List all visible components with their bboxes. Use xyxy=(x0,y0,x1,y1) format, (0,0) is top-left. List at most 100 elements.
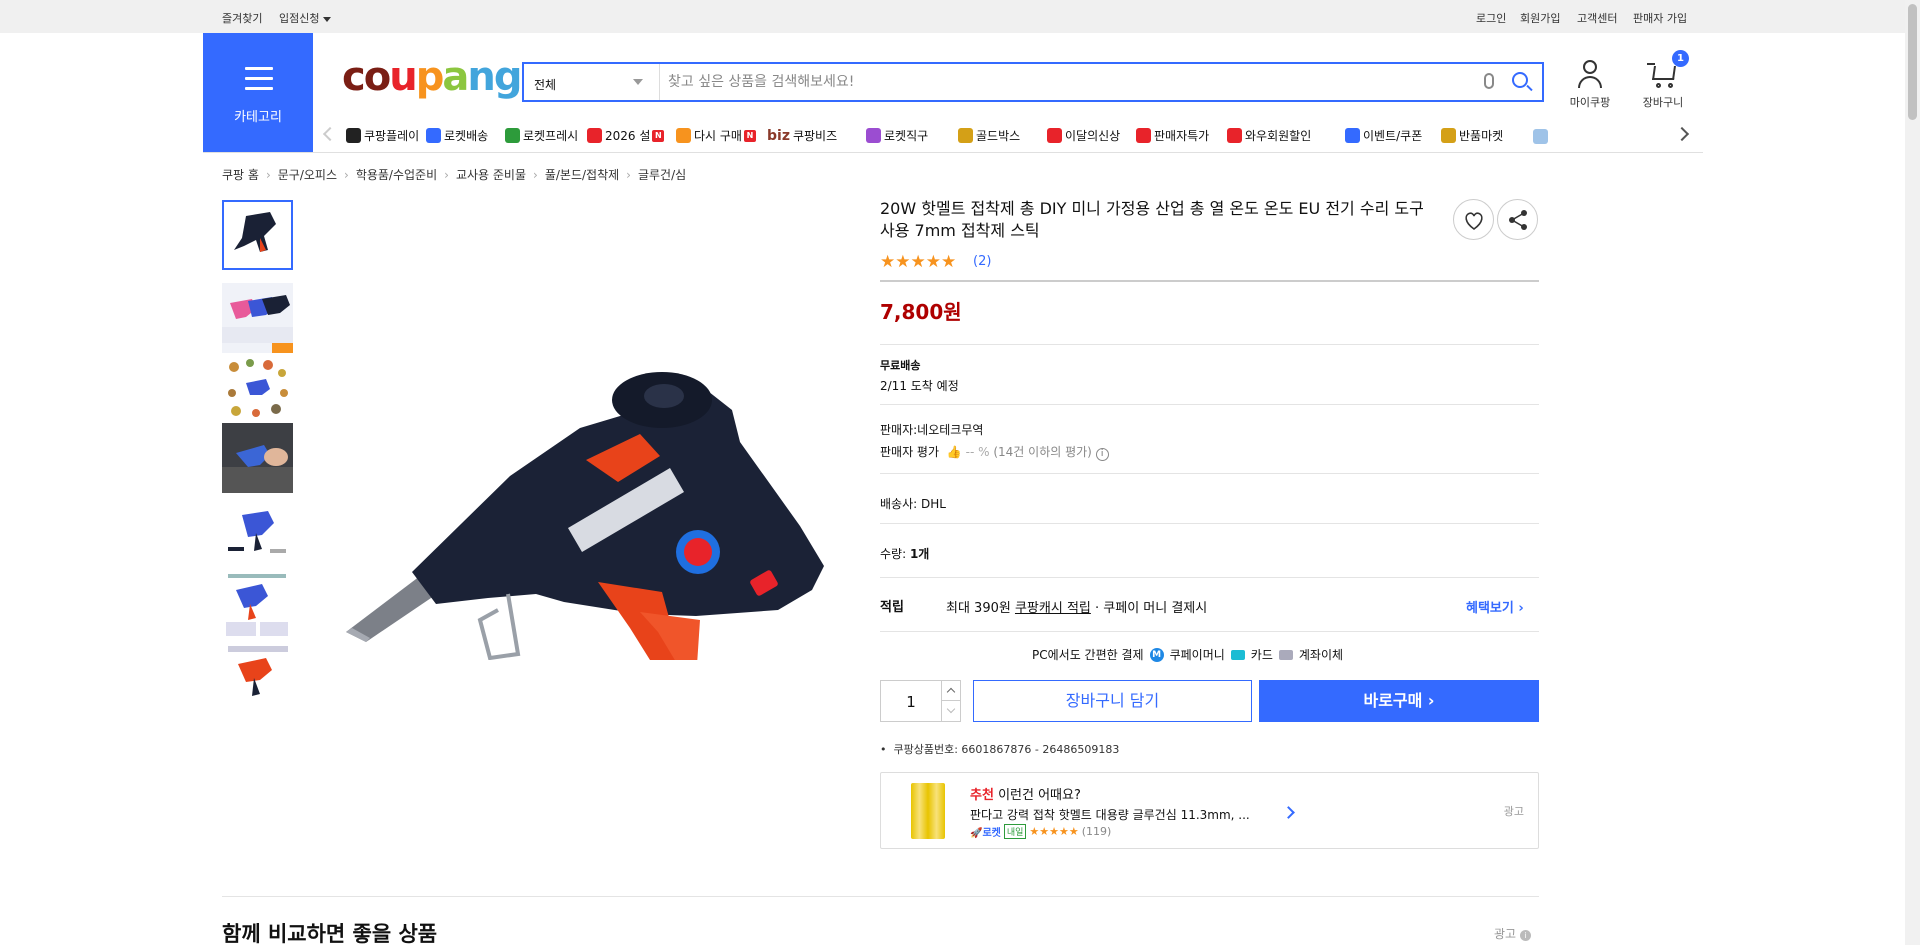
compare-section-title: 함께 비교하면 좋을 상품 xyxy=(222,922,438,945)
breadcrumb-item[interactable]: 풀/본드/접착제 xyxy=(545,168,619,182)
service-nav-item[interactable]: 골드박스 xyxy=(958,127,1020,144)
service-nav-label: 이벤트/쿠폰 xyxy=(1363,129,1423,143)
service-nav-item[interactable]: 쿠팡플레이 xyxy=(346,127,419,144)
service-nav-label: 반품마켓 xyxy=(1459,129,1504,143)
info-icon[interactable]: i xyxy=(1095,448,1109,461)
wishlist-button[interactable] xyxy=(1453,199,1494,240)
my-coupang-button[interactable]: 마이쿠팡 xyxy=(1560,58,1620,110)
service-nav-item[interactable]: 2026 설N xyxy=(587,127,665,144)
seller-signup-link[interactable]: 판매자 가입 xyxy=(1633,10,1687,26)
seller-name[interactable]: 판매자:네오테크무역 xyxy=(880,421,983,438)
category-button[interactable]: 카테고리 xyxy=(203,33,313,152)
nav-prev-arrow-icon[interactable] xyxy=(322,126,338,142)
recommendation-card[interactable]: 추천 이런건 어때요? 판다고 강력 접착 핫멜트 대용량 글루건심 11.3m… xyxy=(880,772,1539,849)
pay-method-bank: 계좌이체 xyxy=(1298,648,1344,662)
product-title: 20W 핫멜트 접착제 총 DIY 미니 가정용 산업 총 열 온도 온도 EU… xyxy=(880,199,1424,240)
info-icon[interactable]: i xyxy=(1519,930,1531,941)
add-to-cart-button[interactable]: 장바구니 담기 xyxy=(973,680,1252,722)
service-nav-label: 골드박스 xyxy=(976,129,1021,143)
login-link[interactable]: 로그인 xyxy=(1476,10,1506,26)
service-nav-item[interactable]: biz 쿠팡비즈 xyxy=(767,127,837,144)
recommendation-review-count: (119) xyxy=(1081,825,1112,838)
new-bag-icon xyxy=(1047,128,1062,143)
signup-link[interactable]: 회원가입 xyxy=(1520,10,1560,26)
thumbnail-2[interactable] xyxy=(222,283,293,353)
chevron-up-icon xyxy=(946,687,956,697)
breadcrumb-item[interactable]: 교사용 준비물 xyxy=(456,168,526,182)
breadcrumb-item[interactable]: 문구/오피스 xyxy=(278,168,337,182)
thumbnail-6[interactable] xyxy=(222,570,293,640)
breadcrumb-item[interactable]: 쿠팡 홈 xyxy=(222,168,259,182)
service-nav-item[interactable]: 이달의신상 xyxy=(1047,127,1120,144)
coupay-money-icon: M xyxy=(1149,647,1164,662)
recommendation-highlight: 추천 xyxy=(970,788,994,803)
seller-rating: 판매자 평가 👍 -- % (14건 이하의 평가) i xyxy=(880,443,1109,461)
parts-thumb-image xyxy=(222,497,293,567)
breadcrumb-item[interactable]: 글루건/심 xyxy=(638,168,686,182)
quantity-input[interactable]: 1 xyxy=(881,693,941,711)
scrollbar[interactable] xyxy=(1905,0,1920,945)
breadcrumb-separator-icon: › xyxy=(344,168,349,182)
accessories-thumb-image xyxy=(222,353,293,423)
section-divider xyxy=(222,896,1539,897)
glue-gun-thumb-image xyxy=(224,202,291,268)
customer-center-link[interactable]: 고객센터 xyxy=(1577,10,1617,26)
hamburger-icon xyxy=(245,67,273,97)
service-nav-item[interactable]: 이벤트/쿠폰 xyxy=(1345,127,1422,144)
store-apply-link[interactable]: 입점신청 xyxy=(279,10,331,26)
gift-icon xyxy=(587,128,602,143)
thumbnail-4[interactable] xyxy=(222,423,293,493)
search-category-select[interactable]: 전체 xyxy=(524,64,660,100)
service-nav-label: 로켓프레시 xyxy=(523,129,579,143)
service-nav-item[interactable]: 반품마켓 xyxy=(1441,127,1503,144)
product-price: 7,800원 xyxy=(880,300,962,324)
my-coupang-label: 마이쿠팡 xyxy=(1569,96,1611,109)
nav-next-arrow-icon[interactable] xyxy=(1674,126,1690,142)
store-apply-label: 입점신청 xyxy=(279,12,320,25)
service-nav-label: 판매자특가 xyxy=(1154,129,1210,143)
benefit-text: 최대 390원 쿠팡캐시 적립 · 쿠페이 머니 결제시 xyxy=(946,597,1207,616)
thumbnail-1[interactable] xyxy=(222,200,293,270)
benefit-more-label: 혜택보기 xyxy=(1466,601,1514,616)
compare-ad-label: 광고 i xyxy=(1494,925,1531,942)
bank-transfer-icon xyxy=(1278,649,1293,660)
service-nav-item[interactable]: 판매자특가 xyxy=(1136,127,1209,144)
search-input[interactable] xyxy=(668,69,1468,95)
divider xyxy=(880,523,1539,524)
thumbnail-7[interactable] xyxy=(222,640,293,710)
divider xyxy=(880,473,1539,474)
rocket-label: 로켓 xyxy=(982,828,1001,839)
breadcrumb-item[interactable]: 학용품/수업준비 xyxy=(356,168,437,182)
buy-now-button[interactable]: 바로구매 › xyxy=(1259,680,1539,722)
share-button[interactable] xyxy=(1497,199,1538,240)
service-nav-label: 쿠팡플레이 xyxy=(364,129,420,143)
divider xyxy=(880,577,1539,578)
coupang-logo[interactable]: coupang xyxy=(342,54,522,100)
heart-icon xyxy=(1465,212,1483,230)
service-nav-item[interactable]: 다시 구매 N xyxy=(676,127,756,144)
service-nav-item-icon[interactable] xyxy=(1533,129,1548,144)
service-nav-item[interactable]: 와우회원할인 xyxy=(1227,127,1311,144)
favorites-link[interactable]: 즐겨찾기 xyxy=(222,10,262,26)
quantity-stepper[interactable]: 1 xyxy=(880,680,961,722)
thumbnail-3[interactable] xyxy=(222,353,293,423)
service-nav-item[interactable]: 로켓프레시 xyxy=(505,127,578,144)
scroll-thumb[interactable] xyxy=(1908,4,1917,120)
spec-thumb-image xyxy=(222,570,293,640)
product-main-image xyxy=(346,372,824,660)
quantity-decrease-button[interactable] xyxy=(941,701,961,721)
coupang-cash-link[interactable]: 쿠팡캐시 적립 xyxy=(1015,601,1091,616)
quantity-label: 수량: xyxy=(880,547,907,561)
recommendation-desc[interactable]: 판다고 강력 접착 핫멜트 대용량 글루건심 11.3mm, ... xyxy=(970,806,1270,823)
chevron-down-icon xyxy=(633,79,643,85)
microphone-icon[interactable] xyxy=(1484,73,1494,89)
quantity-increase-button[interactable] xyxy=(941,681,961,701)
service-nav-item[interactable]: 로켓배송 xyxy=(426,127,488,144)
service-nav-item[interactable]: 로켓직구 xyxy=(866,127,928,144)
search-icon[interactable] xyxy=(1512,72,1528,88)
review-count-link[interactable]: (2) xyxy=(973,254,991,269)
thumbnail-5[interactable] xyxy=(222,497,293,567)
benefit-condition: · 쿠페이 머니 결제시 xyxy=(1095,601,1208,616)
benefit-more-link[interactable]: 혜택보기 › xyxy=(1466,597,1524,616)
chevron-right-icon[interactable] xyxy=(1282,806,1295,819)
